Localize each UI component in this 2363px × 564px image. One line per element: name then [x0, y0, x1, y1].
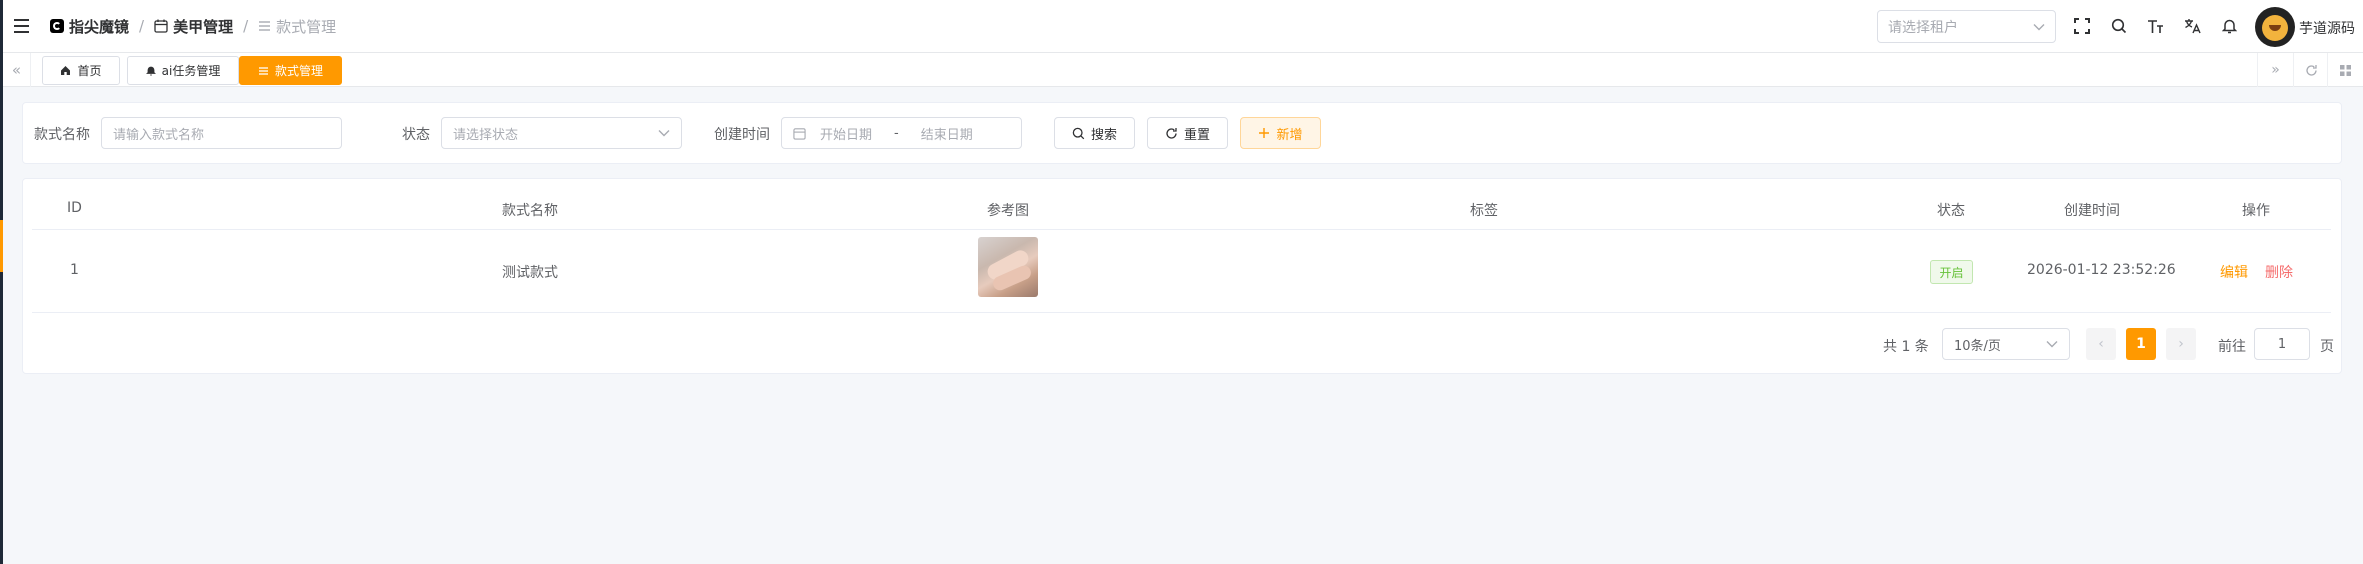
- chevron-left-icon: ‹: [2098, 336, 2104, 352]
- breadcrumb-current: 款式管理: [258, 16, 336, 37]
- prev-page-button[interactable]: ‹: [2086, 328, 2116, 360]
- refresh-icon: [1166, 127, 1177, 139]
- tenant-select[interactable]: 请选择租户: [1877, 10, 2056, 43]
- search-button[interactable]: 搜索: [1054, 117, 1135, 149]
- end-date-input[interactable]: 结束日期: [921, 124, 973, 143]
- bell-icon: [145, 66, 156, 76]
- style-name-input[interactable]: 请输入款式名称: [101, 117, 342, 149]
- tab-home[interactable]: 首页: [42, 56, 120, 85]
- calendar-icon: [154, 19, 168, 33]
- list-icon: [258, 66, 268, 75]
- status-label: 状态: [402, 127, 430, 143]
- reset-button[interactable]: 重置: [1147, 117, 1228, 149]
- search-icon: [1072, 127, 1085, 139]
- add-button[interactable]: 新增: [1240, 117, 1321, 149]
- translate-icon[interactable]: [2174, 12, 2211, 40]
- top-navbar: 指尖魔镜 / 美甲管理 / 款式管理 请选择租户 芋道源码: [3, 0, 2363, 53]
- sidebar-active-indicator: [0, 220, 3, 272]
- bell-icon[interactable]: [2211, 12, 2248, 40]
- column-header-created: 创建时间: [2064, 203, 2120, 219]
- pagination-total: 共 1 条: [1883, 339, 1929, 355]
- goto-label: 前往: [2218, 339, 2246, 355]
- range-separator: -: [894, 125, 899, 141]
- grid-menu-icon[interactable]: [2327, 53, 2363, 87]
- scroll-right-icon[interactable]: »: [2257, 53, 2293, 87]
- page-number-1[interactable]: 1: [2126, 328, 2156, 360]
- fullscreen-icon[interactable]: [2063, 12, 2100, 40]
- breadcrumb: 指尖魔镜 / 美甲管理 / 款式管理: [50, 16, 336, 37]
- tags-view-bar: « 首页 ai任务管理 款式管理 »: [3, 53, 2363, 87]
- breadcrumb-separator: /: [139, 17, 145, 35]
- column-header-status: 状态: [1937, 203, 1965, 219]
- breadcrumb-brand[interactable]: 指尖魔镜: [50, 16, 129, 37]
- cell-created: 2026-01-12 23:52:26: [2027, 262, 2176, 278]
- home-icon: [61, 66, 71, 75]
- page-size-select[interactable]: 10条/页: [1942, 328, 2070, 360]
- chevron-down-icon: [2033, 23, 2045, 30]
- reference-image[interactable]: [978, 237, 1038, 297]
- brand-logo-icon: [50, 19, 64, 33]
- column-header-image: 参考图: [987, 203, 1029, 219]
- goto-suffix: 页: [2320, 339, 2334, 355]
- date-range-picker[interactable]: 开始日期 - 结束日期: [781, 117, 1022, 149]
- chevron-down-icon: [2046, 341, 2058, 348]
- tab-style-management[interactable]: 款式管理: [239, 56, 342, 85]
- status-select[interactable]: 请选择状态: [441, 117, 682, 149]
- status-badge: 开启: [1930, 260, 1973, 284]
- breadcrumb-separator: /: [243, 17, 249, 35]
- username[interactable]: 芋道源码: [2299, 18, 2355, 38]
- table-row-divider: [32, 312, 2331, 313]
- font-size-icon[interactable]: [2137, 12, 2174, 40]
- header-toolbar: [2063, 12, 2248, 40]
- delete-button[interactable]: 删除: [2265, 262, 2293, 282]
- cell-name: 测试款式: [502, 265, 558, 281]
- scroll-left-icon[interactable]: «: [3, 53, 31, 87]
- tab-ai-task[interactable]: ai任务管理: [127, 56, 239, 85]
- cell-id: 1: [70, 262, 79, 278]
- edit-button[interactable]: 编辑: [2220, 262, 2248, 282]
- column-header-name: 款式名称: [502, 203, 558, 219]
- chevron-right-icon: ›: [2178, 336, 2184, 352]
- start-date-input[interactable]: 开始日期: [820, 124, 872, 143]
- created-time-label: 创建时间: [714, 127, 770, 143]
- plus-icon: [1259, 128, 1270, 138]
- avatar[interactable]: [2255, 7, 2295, 47]
- next-page-button[interactable]: ›: [2166, 328, 2196, 360]
- chevron-down-icon: [658, 130, 670, 137]
- refresh-icon[interactable]: [2293, 53, 2329, 87]
- search-icon[interactable]: [2100, 12, 2137, 40]
- column-header-tags: 标签: [1470, 203, 1498, 219]
- name-label: 款式名称: [34, 127, 90, 143]
- breadcrumb-parent[interactable]: 美甲管理: [154, 16, 233, 37]
- menu-icon[interactable]: [14, 15, 36, 37]
- table-header-divider: [32, 229, 2331, 230]
- goto-page-input[interactable]: 1: [2254, 328, 2310, 360]
- list-icon: [259, 21, 271, 31]
- calendar-icon: [793, 127, 806, 140]
- column-header-id: ID: [67, 200, 82, 216]
- column-header-actions: 操作: [2242, 203, 2270, 219]
